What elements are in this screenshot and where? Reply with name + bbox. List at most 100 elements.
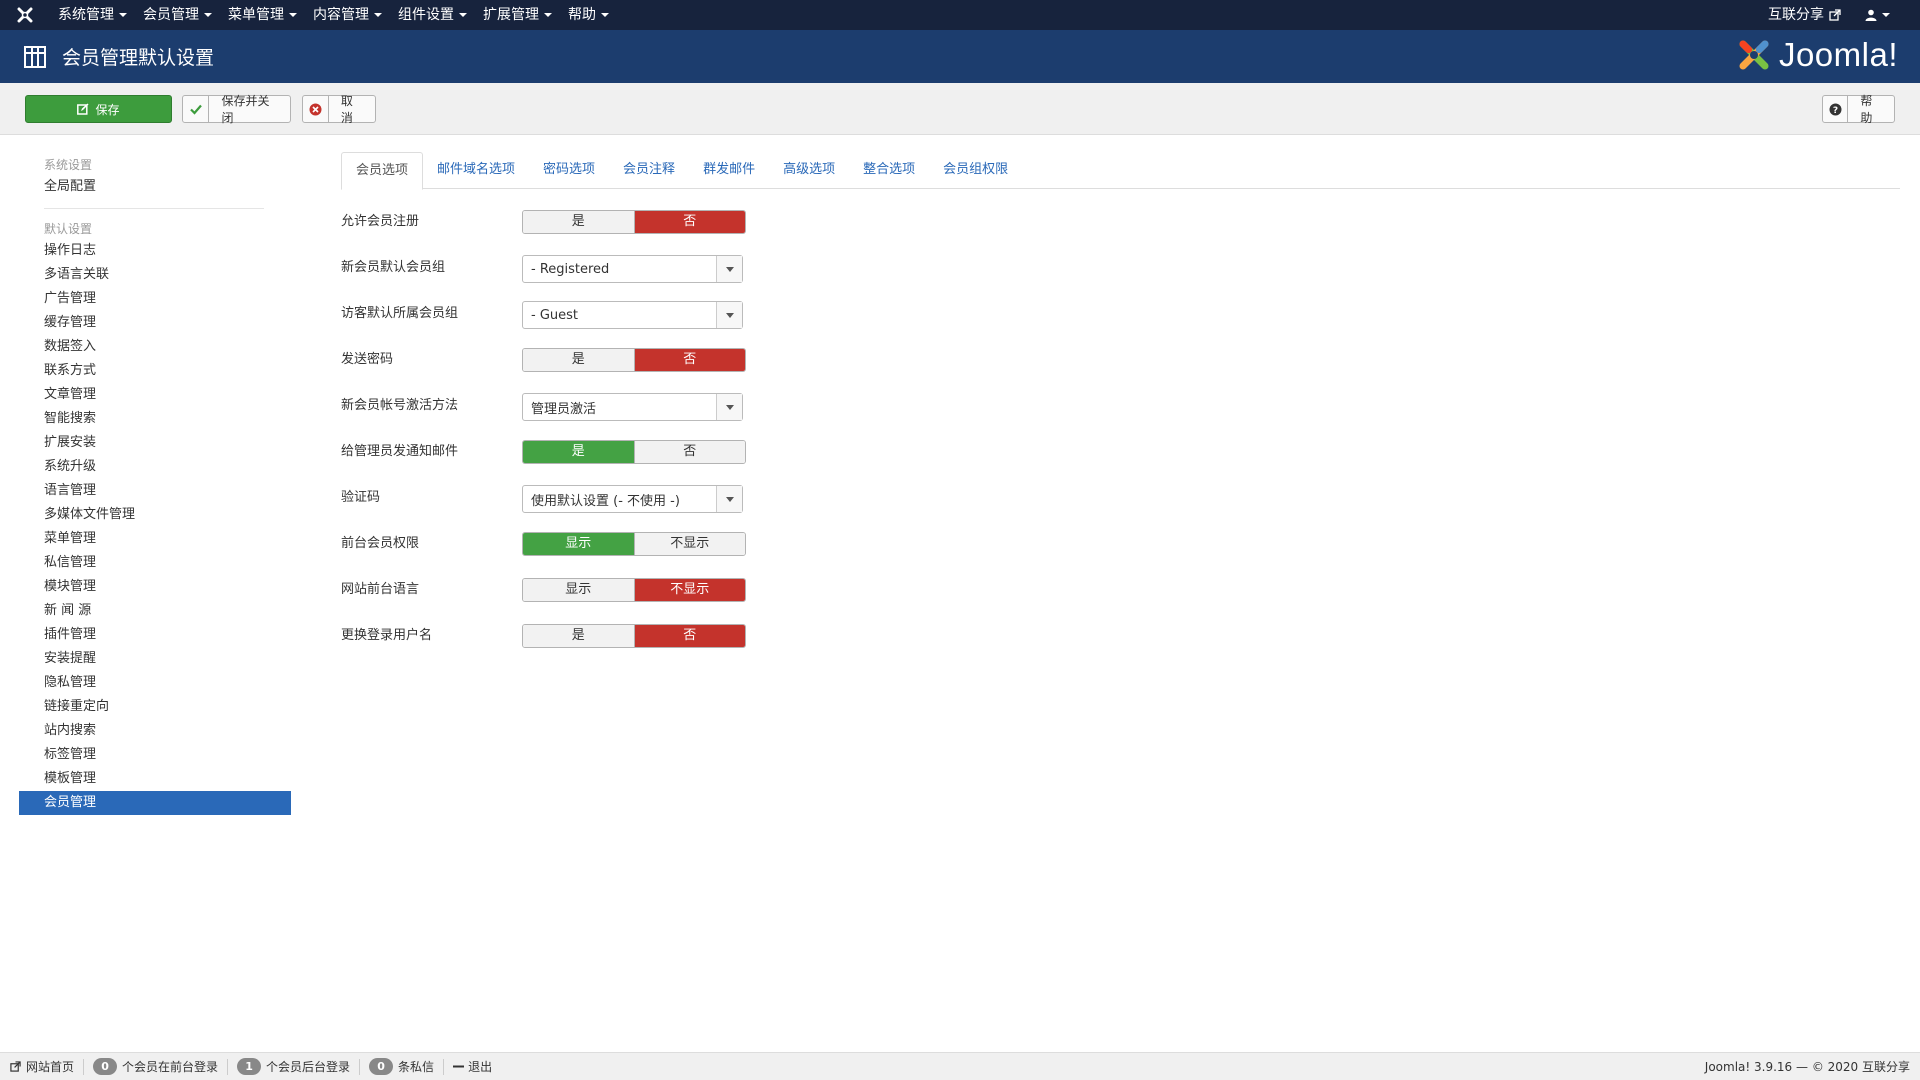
sidebar-item-redirect[interactable]: 链接重定向	[19, 695, 291, 719]
sidebar-item-media[interactable]: 多媒体文件管理	[19, 503, 291, 527]
sidebar-item-languages[interactable]: 语言管理	[19, 479, 291, 503]
toggle-option-hide[interactable]: 不显示	[633, 579, 745, 601]
sidebar-item-users[interactable]: 会员管理	[19, 791, 291, 815]
menu-label: 菜单管理	[228, 7, 284, 23]
sidebar-item-postinstall[interactable]: 安装提醒	[19, 647, 291, 671]
form-row: 网站前台语言 显示 不显示	[341, 578, 1901, 624]
toggle-option-no[interactable]: 否	[633, 441, 745, 463]
toggle-option-yes[interactable]: 是	[523, 349, 634, 371]
cancel-button[interactable]: 取消	[302, 94, 376, 125]
backend-users-status[interactable]: 1 个会员后台登录	[228, 1058, 361, 1075]
tab-user-notes[interactable]: 会员注释	[609, 152, 689, 189]
toggle-option-no[interactable]: 否	[633, 349, 745, 371]
tab-advanced[interactable]: 高级选项	[769, 152, 849, 189]
toggle-option-yes[interactable]: 是	[523, 625, 634, 647]
tab-user-options[interactable]: 会员选项	[341, 152, 424, 190]
menu-content[interactable]: 内容管理	[305, 0, 390, 30]
tab-mass-mail[interactable]: 群发邮件	[689, 152, 769, 189]
help-label: 帮助	[1860, 94, 1873, 125]
toggle-option-no[interactable]: 否	[633, 211, 745, 233]
toggle-option-hide[interactable]: 不显示	[633, 533, 745, 555]
sidebar-header-system: 系统设置	[44, 158, 93, 172]
tab-email-domain[interactable]: 邮件域名选项	[423, 152, 529, 189]
tab-password[interactable]: 密码选项	[529, 152, 609, 189]
guest-group-select[interactable]: - Guest	[522, 301, 743, 329]
sidebar-item-contacts[interactable]: 联系方式	[19, 359, 291, 383]
minus-icon	[453, 1065, 465, 1068]
sidebar-item-menus[interactable]: 菜单管理	[19, 527, 291, 551]
field-label: 网站前台语言	[341, 582, 420, 597]
sidebar-item-installer[interactable]: 扩展安装	[19, 431, 291, 455]
save-button[interactable]: 保存	[25, 95, 172, 123]
sidebar-item-newsfeeds[interactable]: 新 闻 源	[19, 599, 291, 623]
menu-users[interactable]: 会员管理	[135, 0, 220, 30]
sidebar-item-privacy[interactable]: 隐私管理	[19, 671, 291, 695]
copyright-text: Joomla! 3.9.16 — © 2020 互联分享	[1704, 1060, 1910, 1074]
sidebar-item-templates[interactable]: 模板管理	[19, 767, 291, 791]
sidebar-item-actionlogs[interactable]: 操作日志	[19, 239, 291, 263]
count-badge: 0	[369, 1058, 394, 1075]
caret-down-icon	[601, 13, 609, 17]
sidebar-item-finder[interactable]: 智能搜索	[19, 407, 291, 431]
external-link-icon	[10, 1061, 21, 1072]
menu-help[interactable]: 帮助	[560, 0, 617, 30]
joomla-logo-icon[interactable]	[0, 0, 50, 30]
menu-components[interactable]: 组件设置	[390, 0, 475, 30]
count-badge: 0	[93, 1058, 118, 1075]
sidebar-item-global-config[interactable]: 全局配置	[19, 175, 291, 199]
new-user-group-select[interactable]: - Registered	[522, 255, 743, 283]
sidebar-item-search[interactable]: 站内搜索	[19, 719, 291, 743]
save-close-button[interactable]: 保存并关闭	[182, 94, 291, 125]
form-row: 前台会员权限 显示 不显示	[341, 532, 1901, 578]
menu-system[interactable]: 系统管理	[50, 0, 135, 30]
sidebar-header-default: 默认设置	[44, 222, 93, 236]
logout-link[interactable]: 退出	[444, 1059, 501, 1075]
sidebar-item-update[interactable]: 系统升级	[19, 455, 291, 479]
form-row: 新会员帐号激活方法 管理员激活	[341, 393, 1901, 440]
toggle-option-show[interactable]: 显示	[523, 533, 634, 555]
site-link[interactable]: 互联分享	[1756, 0, 1853, 30]
toggle-option-yes[interactable]: 是	[523, 441, 634, 463]
captcha-select[interactable]: 使用默认设置 (- 不使用 -)	[522, 485, 743, 513]
sidebar-item-modules[interactable]: 模块管理	[19, 575, 291, 599]
menu-menus[interactable]: 菜单管理	[220, 0, 305, 30]
form-row: 更换登录用户名 是 否	[341, 624, 1901, 670]
sidebar-item-cache[interactable]: 缓存管理	[19, 311, 291, 335]
change-username-toggle: 是 否	[522, 624, 746, 648]
page-title: 会员管理默认设置	[62, 47, 215, 69]
site-home-link[interactable]: 网站首页	[0, 1058, 85, 1075]
frontend-language-toggle: 显示 不显示	[522, 578, 746, 602]
toggle-option-yes[interactable]: 是	[523, 211, 634, 233]
activation-select[interactable]: 管理员激活	[522, 393, 743, 421]
sidebar-item-associations[interactable]: 多语言关联	[19, 263, 291, 287]
sidebar-item-banners[interactable]: 广告管理	[19, 287, 291, 311]
field-label: 允许会员注册	[341, 214, 420, 229]
tab-permissions[interactable]: 会员组权限	[929, 152, 1022, 189]
site-link-label: 互联分享	[1768, 7, 1824, 23]
sidebar-item-checkin[interactable]: 数据签入	[19, 335, 291, 359]
allow-registration-toggle: 是 否	[522, 210, 746, 234]
logout-label: 退出	[468, 1060, 493, 1074]
help-button[interactable]: ? 帮助	[1822, 94, 1895, 125]
sidebar-item-articles[interactable]: 文章管理	[19, 383, 291, 407]
question-circle-icon: ?	[1823, 96, 1849, 122]
main-menu: 系统管理 会员管理 菜单管理 内容管理 组件设置 扩展管理 帮助	[50, 0, 617, 30]
messages-status[interactable]: 0 条私信	[360, 1058, 445, 1075]
select-value: - Guest	[531, 307, 579, 323]
sidebar-item-tags[interactable]: 标签管理	[19, 743, 291, 767]
menu-extensions[interactable]: 扩展管理	[475, 0, 560, 30]
sidebar-item-messages[interactable]: 私信管理	[19, 551, 291, 575]
user-menu[interactable]	[1853, 9, 1902, 21]
menu-label: 会员管理	[143, 7, 199, 23]
brand-text: Joomla!	[1778, 36, 1898, 73]
save-close-label: 保存并关闭	[221, 94, 270, 125]
status-label: 个会员后台登录	[266, 1060, 351, 1074]
toggle-option-no[interactable]: 否	[633, 625, 745, 647]
tab-integration[interactable]: 整合选项	[849, 152, 929, 189]
toolbar: 保存 保存并关闭 取消 ? 帮助	[0, 83, 1920, 135]
frontend-users-status[interactable]: 0 个会员在前台登录	[84, 1058, 229, 1075]
check-icon	[183, 96, 210, 122]
toggle-option-show[interactable]: 显示	[523, 579, 634, 601]
sidebar-item-plugins[interactable]: 插件管理	[19, 623, 291, 647]
menu-label: 内容管理	[313, 7, 369, 23]
